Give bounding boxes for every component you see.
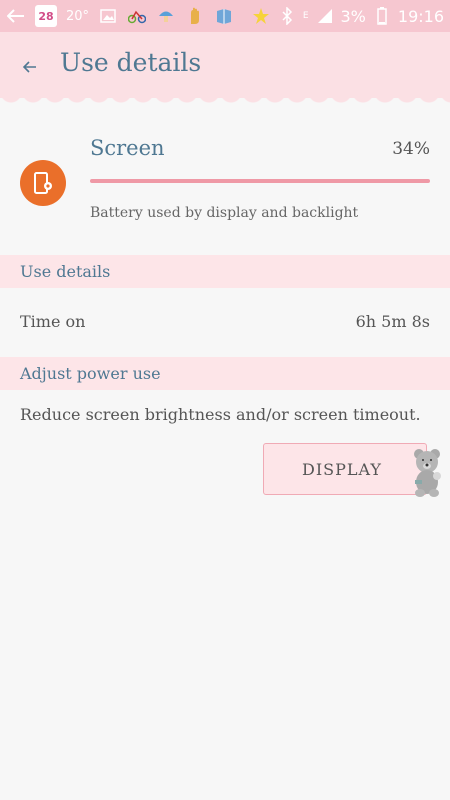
- signal-icon: [315, 6, 335, 26]
- adjust-power-header: Adjust power use: [0, 357, 450, 390]
- back-button[interactable]: [14, 53, 46, 81]
- book-icon: [214, 6, 234, 26]
- use-details-header: Use details: [0, 255, 450, 288]
- time-on-row: Time on 6h 5m 8s: [0, 294, 450, 349]
- page-title: Use details: [60, 48, 202, 77]
- battery-percent: 3%: [340, 6, 366, 26]
- bike-icon: [127, 6, 147, 26]
- hand-icon: [185, 6, 205, 26]
- usage-progress-fill: [90, 179, 430, 183]
- time-on-value: 6h 5m 8s: [355, 312, 430, 331]
- back-arrow-icon: [23, 61, 36, 73]
- usage-description: Battery used by display and backlight: [90, 205, 359, 221]
- power-advice-text: Reduce screen brightness and/or screen t…: [20, 405, 421, 424]
- status-bar: 28 20° E 3% 19:16: [0, 0, 450, 32]
- bluetooth-icon: [277, 6, 297, 26]
- usage-title: Screen: [90, 136, 165, 160]
- display-button-label: DISPLAY: [302, 459, 382, 479]
- usage-percent: 34%: [392, 139, 430, 159]
- gallery-icon: [98, 6, 118, 26]
- screen-settings-icon: [20, 160, 66, 206]
- header-scallop-border: [0, 92, 450, 106]
- display-button[interactable]: DISPLAY: [263, 443, 427, 495]
- teddy-bear-decoration: [407, 446, 447, 498]
- clock: 19:16: [397, 6, 444, 26]
- star-icon: [251, 6, 271, 26]
- mushroom-icon: [156, 6, 176, 26]
- usage-progress-bar: [90, 179, 430, 183]
- time-on-label: Time on: [20, 312, 86, 331]
- battery-icon: [372, 6, 392, 26]
- calendar-icon: 28: [35, 5, 57, 27]
- back-notification-icon: [6, 6, 26, 26]
- temperature-text: 20°: [66, 8, 90, 24]
- network-type: E: [302, 11, 309, 21]
